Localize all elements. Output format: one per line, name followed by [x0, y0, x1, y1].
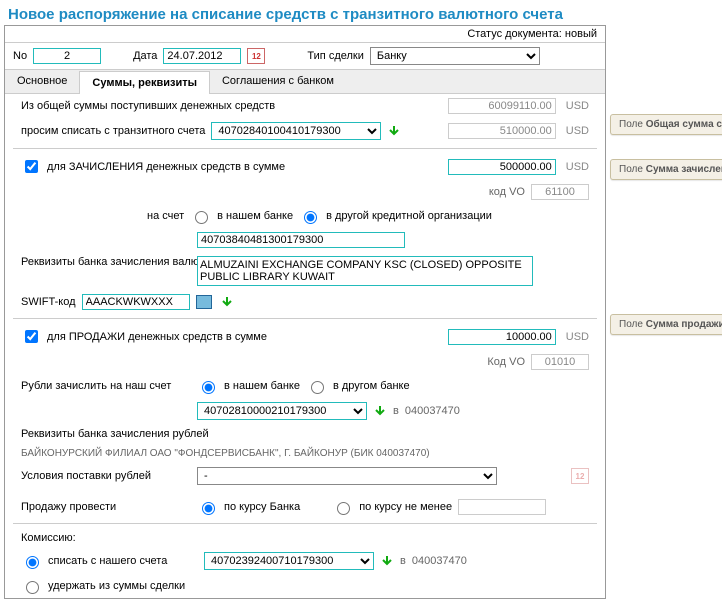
swift-input[interactable]	[82, 294, 190, 310]
credit-bank-req-label: Реквизиты банка зачисления валюты	[21, 256, 191, 268]
rate-radio-min-label: по курсу не менее	[359, 501, 452, 513]
sale-label: для ПРОДАЖИ денежных средств в сумме	[47, 331, 267, 343]
sale-ccy: USD	[566, 331, 589, 343]
commission-radio-deduct[interactable]	[26, 581, 39, 594]
commission-title: Комиссию:	[21, 532, 76, 544]
credit-checkbox[interactable]	[25, 160, 38, 173]
no-label: No	[13, 50, 27, 62]
tabs: Основное Суммы, реквизиты Соглашения с б…	[5, 70, 605, 94]
rate-min-input	[458, 499, 546, 515]
credit-radio-ourbank[interactable]	[195, 211, 208, 224]
status-bar: Статус документа: новый	[5, 26, 605, 43]
total-ccy: USD	[566, 100, 589, 112]
callout-sale-sum: Поле Сумма продажи	[610, 314, 722, 335]
rub-account-select[interactable]: 40702810000210179300	[197, 402, 367, 420]
credit-amount-input[interactable]	[448, 159, 556, 175]
commission-radio-deduct-label: удержать из суммы сделки	[48, 580, 185, 592]
commission-radio-writeoff-label: списать с нашего счета	[48, 555, 198, 567]
arrow-down-icon[interactable]	[380, 554, 394, 568]
sale-vo-value	[531, 354, 589, 370]
total-amount	[448, 98, 556, 114]
commission-account-select[interactable]: 40702392400710179300	[204, 552, 374, 570]
sale-radio-ourbank[interactable]	[202, 381, 215, 394]
no-input[interactable]	[33, 48, 101, 64]
credit-vo-value	[531, 184, 589, 200]
commission-radio-writeoff[interactable]	[26, 556, 39, 569]
terms-label: Условия поставки рублей	[21, 470, 191, 482]
writeoff-amount	[448, 123, 556, 139]
credit-bank-req-input[interactable]: ALMUZAINI EXCHANGE COMPANY KSC (CLOSED) …	[197, 256, 533, 286]
swift-label: SWIFT-код	[21, 296, 76, 308]
deal-type-select[interactable]: Банку	[370, 47, 540, 65]
deal-type-label: Тип сделки	[307, 50, 363, 62]
credit-label: для ЗАЧИСЛЕНИЯ денежных средств в сумме	[47, 161, 285, 173]
sale-radio-otherbank-label: в другом банке	[333, 380, 410, 392]
commission-in-label: в	[400, 555, 406, 567]
sale-checkbox[interactable]	[25, 330, 38, 343]
sale-radio-ourbank-label: в нашем банке	[224, 380, 300, 392]
tab-main[interactable]: Основное	[5, 70, 79, 93]
rate-radio-bank-label: по курсу Банка	[224, 501, 300, 513]
calendar-icon[interactable]: 12	[247, 48, 265, 64]
arrow-down-icon[interactable]	[387, 124, 401, 138]
writeoff-account-select[interactable]: 40702840100410179300	[211, 122, 381, 140]
credit-radio-otherbank[interactable]	[304, 211, 317, 224]
in-label: в	[393, 405, 399, 417]
sale-amount-input[interactable]	[448, 329, 556, 345]
terms-select[interactable]: -	[197, 467, 497, 485]
date-label: Дата	[133, 50, 157, 62]
credit-ccy: USD	[566, 161, 589, 173]
rub-bank-req-label: Реквизиты банка зачисления рублей	[21, 428, 209, 440]
status-value: новый	[565, 28, 597, 40]
credit-account-input[interactable]	[197, 232, 405, 248]
callouts: Поле Общая сумма списания Поле Сумма зач…	[606, 4, 722, 341]
rate-radio-bank[interactable]	[202, 502, 215, 515]
credit-radio-otherbank-label: в другой кредитной организации	[326, 210, 492, 222]
writeoff-ccy: USD	[566, 125, 589, 137]
rate-radio-min[interactable]	[337, 502, 350, 515]
credit-account-label: на счет	[147, 210, 184, 222]
calendar-icon[interactable]: 12	[571, 468, 589, 484]
page-title: Новое распоряжение на списание средств с…	[4, 4, 606, 25]
callout-credit-sum: Поле Сумма зачисления	[610, 159, 722, 180]
commission-bik: 040037470	[412, 555, 467, 567]
rub-bank-req-value: БАЙКОНУРСКИЙ ФИЛИАЛ ОАО "ФОНДСЕРВИСБАНК"…	[21, 448, 430, 459]
tab-agreements[interactable]: Соглашения с банком	[210, 70, 346, 93]
tab-amounts[interactable]: Суммы, реквизиты	[79, 71, 210, 94]
sale-vo-label: Код VO	[487, 356, 525, 368]
perform-label: Продажу провести	[21, 501, 191, 513]
writeoff-label: просим списать с транзитного счета	[21, 125, 205, 137]
total-label: Из общей суммы поступивших денежных сред…	[21, 100, 275, 112]
arrow-down-icon[interactable]	[220, 295, 234, 309]
callout-writeoff-sum: Поле Общая сумма списания	[610, 114, 722, 135]
lookup-icon[interactable]	[196, 295, 212, 309]
credit-radio-ourbank-label: в нашем банке	[217, 210, 293, 222]
rub-label: Рубли зачислить на наш счет	[21, 380, 191, 392]
status-label: Статус документа:	[467, 28, 562, 40]
sale-radio-otherbank[interactable]	[311, 381, 324, 394]
form-panel: Статус документа: новый No Дата 12 Тип с…	[4, 25, 606, 599]
date-input[interactable]	[163, 48, 241, 64]
credit-vo-label: код VO	[489, 186, 525, 198]
bik-value: 040037470	[405, 405, 460, 417]
arrow-down-icon[interactable]	[373, 404, 387, 418]
